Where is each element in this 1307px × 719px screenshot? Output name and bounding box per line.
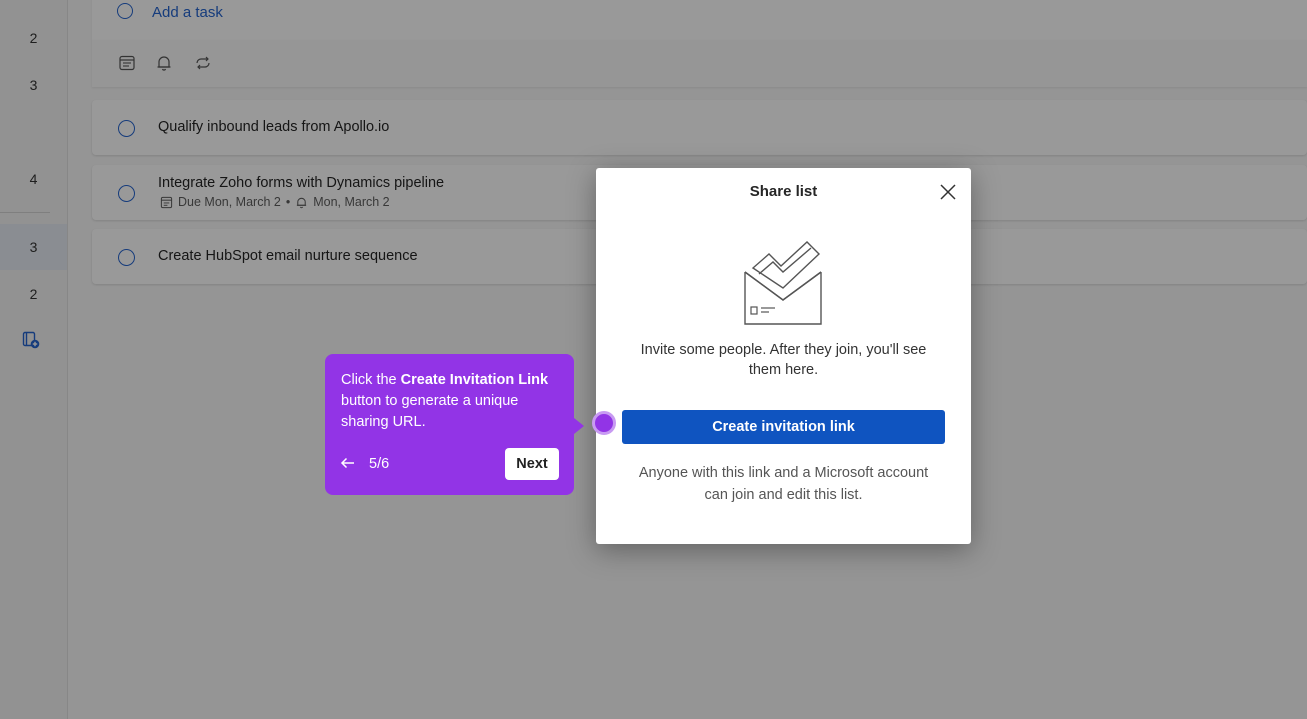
guide-progress: 5/6: [369, 456, 390, 472]
guide-text: Click the Create Invitation Link button …: [341, 370, 556, 433]
envelope-checkmark-illustration: [744, 241, 822, 325]
dialog-message: Invite some people. After they join, you…: [640, 342, 927, 378]
create-invitation-link-button[interactable]: Create invitation link: [622, 410, 945, 444]
guide-tooltip: Click the Create Invitation Link button …: [325, 354, 574, 495]
close-icon[interactable]: [938, 182, 958, 202]
guide-pointer: [574, 418, 584, 434]
guide-hotspot[interactable]: [592, 411, 616, 435]
guide-text-bold: Create Invitation Link: [400, 372, 549, 388]
guide-text-prefix: Click the: [341, 372, 401, 388]
dialog-title: Share list: [749, 183, 818, 200]
arrow-left-icon[interactable]: [340, 455, 356, 471]
guide-text-suffix: button to generate a unique sharing URL.: [341, 393, 519, 430]
share-list-dialog: Share list Invite some people. After the…: [596, 168, 971, 544]
dialog-note: Anyone with this link and a Microsoft ac…: [638, 465, 929, 503]
next-button[interactable]: Next: [505, 448, 559, 480]
